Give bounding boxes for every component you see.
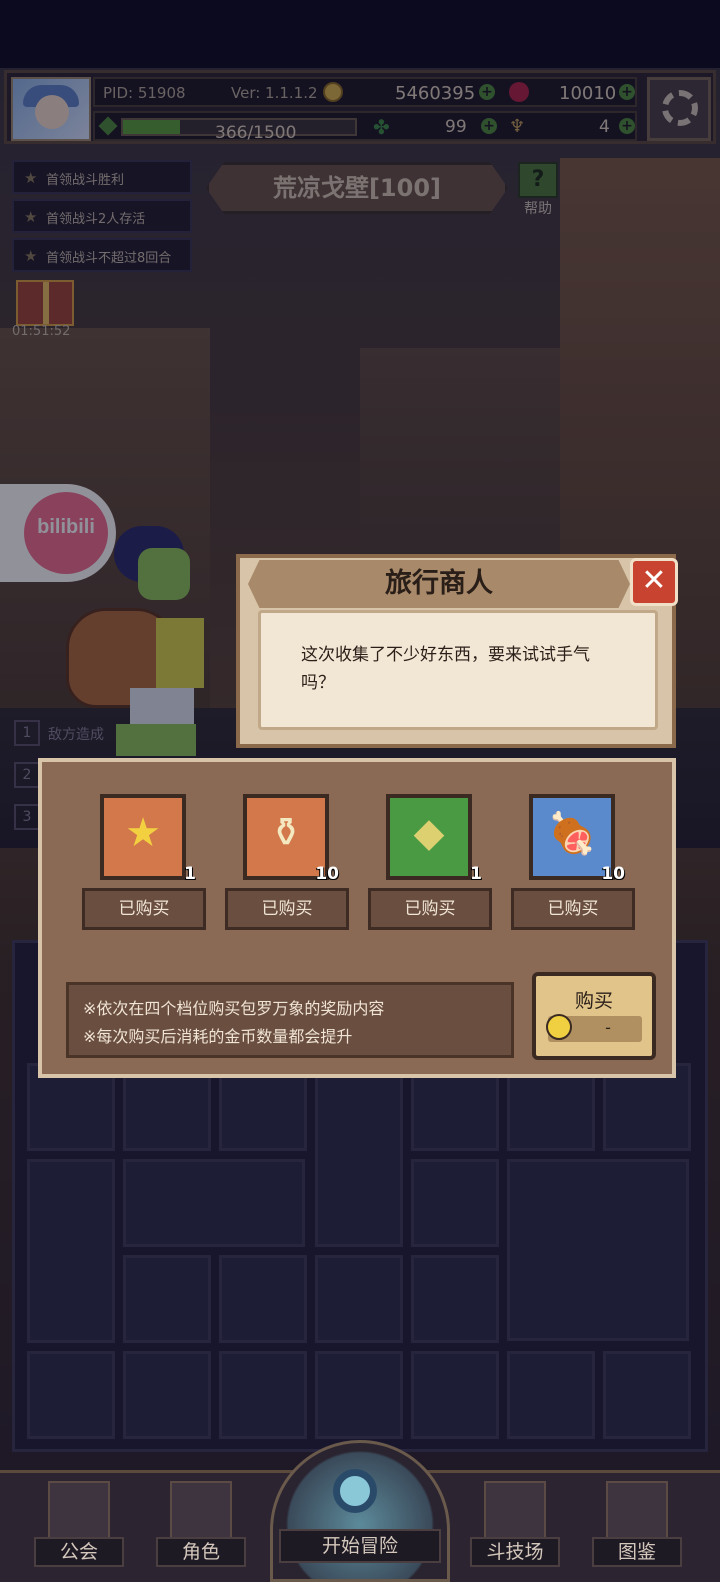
- merchant-message-box: 这次收集了不少好东西，要来试试手气吗？: [258, 610, 658, 730]
- purchased-button[interactable]: 已购买: [368, 888, 492, 930]
- merchant-message: 这次收集了不少好东西，要来试试手气吗？: [301, 645, 590, 693]
- green-crystal-icon: ◆ 1: [386, 794, 482, 884]
- buy-price: -: [546, 1014, 642, 1042]
- codex-book-icon: [606, 1481, 668, 1541]
- guild-icon: [48, 1481, 110, 1541]
- purchased-button[interactable]: 已购买: [225, 888, 349, 930]
- start-adventure-label: 开始冒险: [279, 1529, 441, 1563]
- magic-lamp-icon: ⚱ 10: [243, 794, 339, 884]
- shop-item[interactable]: ◆ 1 已购买: [368, 788, 492, 938]
- nav-character[interactable]: 角色: [156, 1473, 246, 1581]
- buy-button[interactable]: 购买 -: [532, 972, 656, 1060]
- buy-label: 购买: [574, 990, 613, 1012]
- nav-codex-label: 图鉴: [592, 1537, 682, 1567]
- character-icon: [170, 1481, 232, 1541]
- magnifier-icon: [333, 1469, 377, 1513]
- shop-item[interactable]: 🍖 10 已购买: [511, 788, 635, 938]
- close-icon: ✕: [641, 563, 667, 598]
- close-button[interactable]: ✕: [630, 558, 678, 606]
- buy-price-value: -: [605, 1018, 611, 1037]
- crossed-swords-icon: [484, 1481, 546, 1541]
- nav-guild-label: 公会: [34, 1537, 124, 1567]
- merchant-dialog-header: 旅行商人 ✕ 这次收集了不少好东西，要来试试手气吗？: [236, 554, 678, 748]
- shop-note-line: ※依次在四个档位购买包罗万象的奖励内容: [83, 999, 385, 1018]
- nav-arena[interactable]: 斗技场: [470, 1473, 560, 1581]
- merchant-title: 旅行商人: [385, 568, 493, 599]
- shop-item[interactable]: ⚱ 10 已购买: [225, 788, 349, 938]
- shop-notes: ※依次在四个档位购买包罗万象的奖励内容 ※每次购买后消耗的金币数量都会提升: [66, 982, 514, 1058]
- star-icon: ★ 1: [100, 794, 196, 884]
- purchased-button[interactable]: 已购买: [511, 888, 635, 930]
- nav-arena-label: 斗技场: [470, 1537, 560, 1567]
- shop-note-line: ※每次购买后消耗的金币数量都会提升: [83, 1027, 353, 1046]
- meat-icon: 🍖 10: [529, 794, 625, 884]
- gold-coin-icon: [546, 1014, 572, 1040]
- item-quantity: 1: [184, 864, 196, 884]
- purchased-button[interactable]: 已购买: [82, 888, 206, 930]
- merchant-shop-panel: ★ 1 已购买 ⚱ 10 已购买 ◆ 1 已购买 🍖 10 已购买 ※依次在四个…: [38, 758, 676, 1078]
- item-quantity: 10: [315, 864, 339, 884]
- merchant-title-banner: 旅行商人: [248, 560, 630, 608]
- item-quantity: 10: [601, 864, 625, 884]
- nav-codex[interactable]: 图鉴: [592, 1473, 682, 1581]
- nav-guild[interactable]: 公会: [34, 1473, 124, 1581]
- item-quantity: 1: [470, 864, 482, 884]
- shop-item[interactable]: ★ 1 已购买: [82, 788, 206, 938]
- nav-character-label: 角色: [156, 1537, 246, 1567]
